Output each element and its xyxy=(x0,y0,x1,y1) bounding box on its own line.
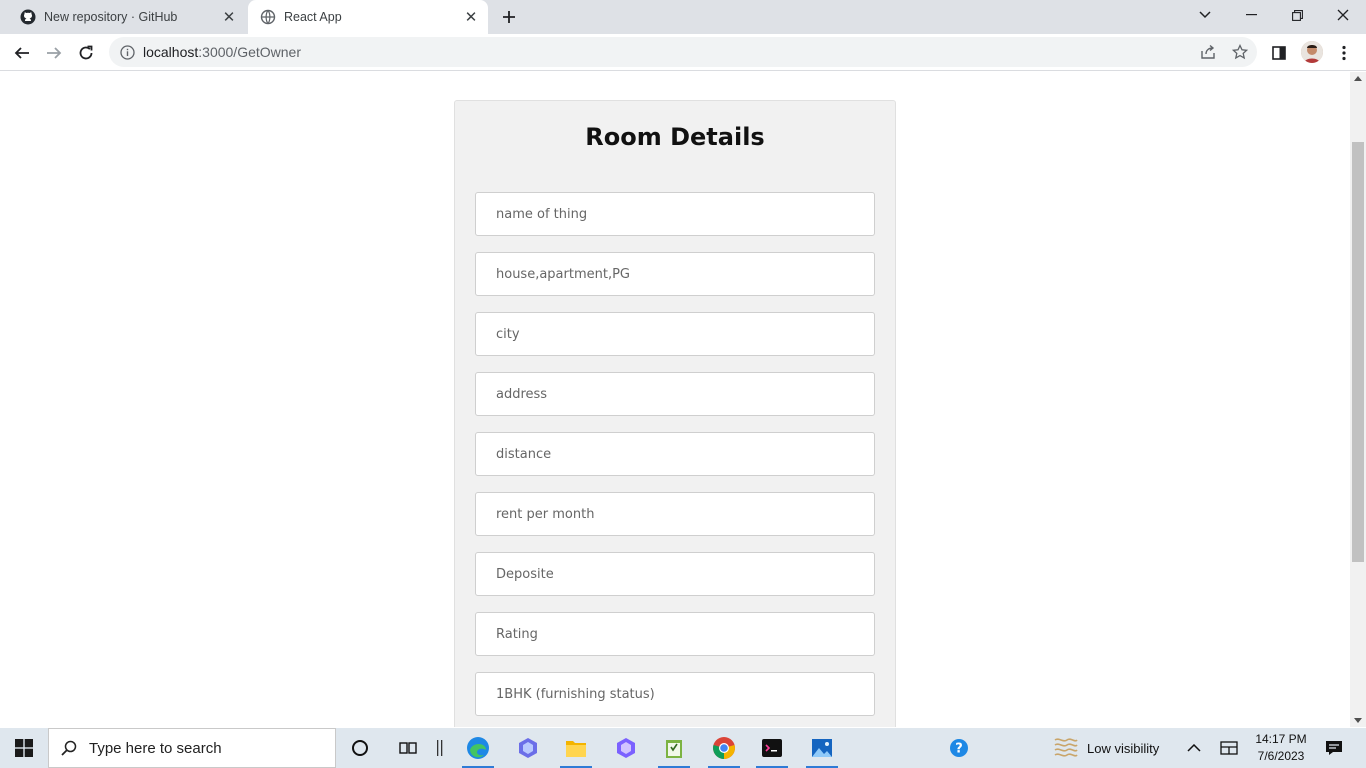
page-viewport: Room Details xyxy=(0,72,1350,727)
scroll-down-icon[interactable] xyxy=(1354,718,1362,723)
notepad-icon[interactable] xyxy=(650,728,698,768)
keyboard-layout-icon[interactable] xyxy=(1205,728,1253,768)
tab-strip: New repository · GitHub ✕ React App ✕ xyxy=(0,0,1366,34)
tab-github[interactable]: New repository · GitHub ✕ xyxy=(8,0,246,34)
github-icon xyxy=(20,9,36,25)
menu-kebab-icon[interactable] xyxy=(1330,39,1358,67)
address-input[interactable] xyxy=(475,372,875,416)
cortana-icon[interactable] xyxy=(336,728,384,768)
url-host: localhost xyxy=(143,44,199,60)
room-details-form: Room Details xyxy=(454,100,896,727)
edge-browser-icon[interactable] xyxy=(454,728,502,768)
windows-start-icon[interactable] xyxy=(0,728,48,768)
rating-input[interactable] xyxy=(475,612,875,656)
distance-input[interactable] xyxy=(475,432,875,476)
notification-icon[interactable] xyxy=(1310,728,1358,768)
svg-text:?: ? xyxy=(955,742,963,757)
search-icon xyxy=(61,740,77,756)
address-bar[interactable]: localhost:3000/GetOwner xyxy=(109,37,1257,67)
forward-arrow-icon[interactable] xyxy=(40,39,68,67)
tab-title: New repository · GitHub xyxy=(44,10,178,24)
bookmark-star-icon[interactable] xyxy=(1226,37,1254,67)
back-arrow-icon[interactable] xyxy=(8,39,36,67)
browser-toolbar: localhost:3000/GetOwner xyxy=(0,34,1366,71)
share-icon[interactable] xyxy=(1194,37,1222,67)
clock-time: 14:17 PM xyxy=(1255,732,1307,746)
scroll-up-icon[interactable] xyxy=(1354,76,1362,81)
scrollbar-thumb[interactable] xyxy=(1352,142,1364,562)
deposit-input[interactable] xyxy=(475,552,875,596)
globe-icon xyxy=(260,9,276,25)
new-tab-button[interactable] xyxy=(497,5,521,29)
terminal-icon[interactable] xyxy=(748,728,796,768)
furnishing-status-input[interactable] xyxy=(475,672,875,716)
side-panel-icon[interactable] xyxy=(1265,39,1293,67)
page-title: Room Details xyxy=(585,123,765,151)
help-icon[interactable]: ? xyxy=(935,728,983,768)
rent-per-month-input[interactable] xyxy=(475,492,875,536)
windows-taskbar: Type here to search ? Low visibility 14:… xyxy=(0,728,1366,768)
chrome-icon[interactable] xyxy=(700,728,748,768)
close-window-icon[interactable] xyxy=(1320,0,1366,30)
file-explorer-icon[interactable] xyxy=(552,728,600,768)
city-input[interactable] xyxy=(475,312,875,356)
app-hexagon-icon[interactable] xyxy=(602,728,650,768)
property-type-input[interactable] xyxy=(475,252,875,296)
clock-date: 7/6/2023 xyxy=(1257,749,1305,763)
reload-icon[interactable] xyxy=(72,39,100,67)
copilot-app-icon[interactable] xyxy=(504,728,552,768)
clock[interactable]: 14:17 PM 7/6/2023 xyxy=(1252,731,1310,765)
profile-avatar[interactable] xyxy=(1301,41,1323,63)
weather-text[interactable]: Low visibility xyxy=(1087,728,1159,768)
minimize-icon[interactable] xyxy=(1228,0,1274,30)
taskbar-search-box[interactable]: Type here to search xyxy=(48,728,336,768)
weather-fog-icon[interactable] xyxy=(1043,728,1089,768)
site-info-icon[interactable] xyxy=(119,44,135,60)
url-text: localhost:3000/GetOwner xyxy=(143,44,301,60)
close-tab-icon[interactable]: ✕ xyxy=(460,6,482,28)
tab-title: React App xyxy=(284,10,342,24)
url-path: :3000/GetOwner xyxy=(198,44,301,60)
photos-icon[interactable] xyxy=(798,728,846,768)
page-scrollbar[interactable] xyxy=(1350,72,1366,727)
tab-search-icon[interactable] xyxy=(1182,0,1228,30)
search-placeholder: Type here to search xyxy=(89,739,222,757)
tab-react-app[interactable]: React App ✕ xyxy=(248,0,488,34)
restore-icon[interactable] xyxy=(1274,0,1320,30)
close-tab-icon[interactable]: ✕ xyxy=(218,6,240,28)
name-of-thing-input[interactable] xyxy=(475,192,875,236)
